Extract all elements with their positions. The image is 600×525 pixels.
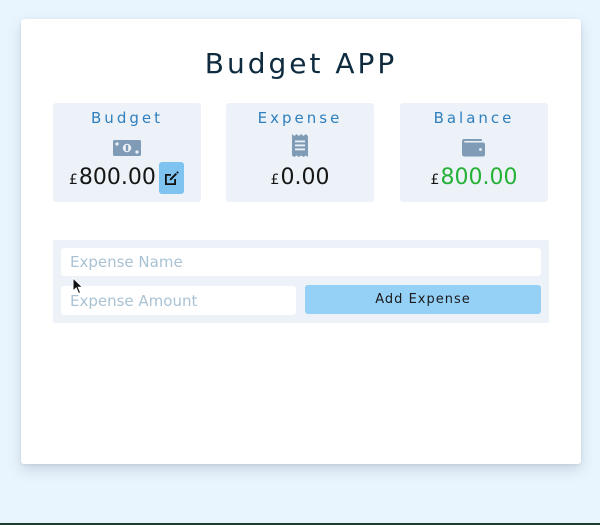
balance-currency: £ bbox=[430, 172, 440, 188]
receipt-icon bbox=[287, 134, 313, 159]
balance-label: Balance bbox=[433, 109, 515, 127]
expense-currency: £ bbox=[270, 172, 280, 188]
expense-amount: 0.00 bbox=[280, 165, 330, 190]
expense-label: Expense bbox=[257, 109, 343, 127]
budget-panel: Budget £800.00 bbox=[53, 103, 201, 202]
edit-icon bbox=[165, 171, 179, 185]
expense-value: £0.00 bbox=[226, 165, 374, 193]
balance-amount: 800.00 bbox=[440, 165, 518, 190]
wallet-icon bbox=[461, 135, 487, 159]
budget-amount: 800.00 bbox=[78, 165, 156, 190]
add-expense-form: Add Expense bbox=[53, 240, 549, 323]
balance-panel: Balance £800.00 bbox=[400, 103, 548, 202]
add-expense-button[interactable]: Add Expense bbox=[305, 285, 541, 314]
expense-panel: Expense £0.00 bbox=[226, 103, 374, 202]
edit-budget-button[interactable] bbox=[159, 162, 184, 194]
budget-value: £800.00 bbox=[69, 165, 156, 193]
expense-amount-input[interactable] bbox=[61, 286, 296, 315]
budget-label: Budget bbox=[91, 109, 163, 127]
app-title: Budget APP bbox=[204, 47, 398, 80]
budget-currency: £ bbox=[69, 172, 78, 188]
mouse-cursor-icon bbox=[72, 277, 84, 295]
expense-name-input[interactable] bbox=[61, 248, 541, 276]
budget-app-card: Budget APP Budget £800.00 Expense £0.00 … bbox=[21, 19, 581, 464]
balance-value: £800.00 bbox=[400, 165, 548, 193]
money-bill-icon bbox=[113, 135, 141, 159]
